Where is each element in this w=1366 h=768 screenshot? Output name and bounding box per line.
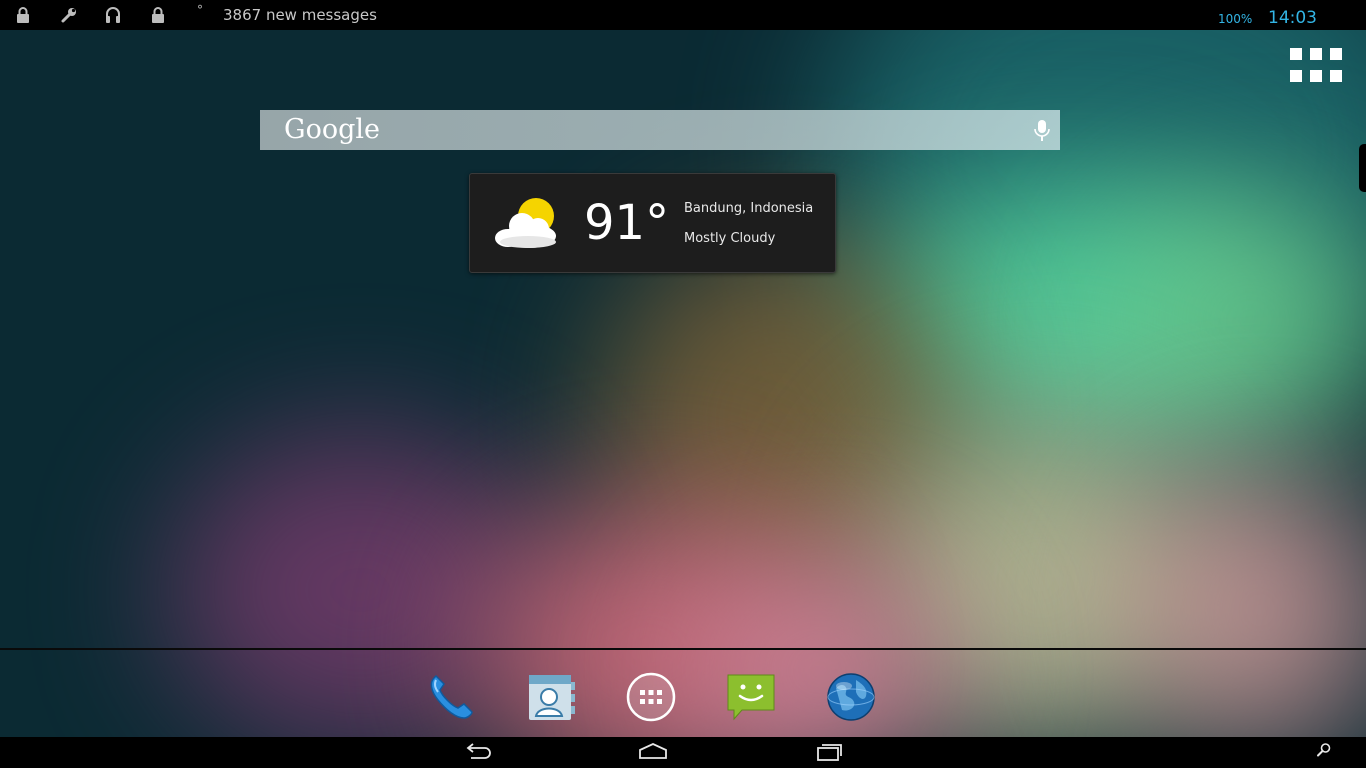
home-icon[interactable] xyxy=(638,740,668,764)
weather-temperature: 91° xyxy=(584,195,670,251)
search-icon[interactable] xyxy=(1316,742,1334,766)
google-search-bar[interactable]: Google xyxy=(260,110,1060,150)
grid-dot xyxy=(1310,70,1322,82)
grid-dot xyxy=(1310,48,1322,60)
status-bar: ° 3867 new messages 100% 14:03 xyxy=(0,0,1366,30)
all-apps-icon[interactable] xyxy=(626,672,676,722)
side-drawer-handle[interactable] xyxy=(1359,144,1366,192)
lock-icon xyxy=(14,6,32,24)
lock-icon xyxy=(149,6,167,24)
grid-dot xyxy=(1290,48,1302,60)
battery-level: 100% xyxy=(1218,12,1253,26)
apps-grid-icon[interactable] xyxy=(1290,48,1346,82)
partly-cloudy-icon xyxy=(494,196,560,250)
phone-icon[interactable] xyxy=(426,672,476,722)
wrench-icon xyxy=(60,6,78,24)
weather-location: Bandung, Indonesia xyxy=(684,201,814,216)
browser-icon[interactable] xyxy=(826,672,876,722)
weather-condition: Mostly Cloudy xyxy=(684,231,776,246)
back-icon[interactable] xyxy=(463,740,493,764)
recent-apps-icon[interactable] xyxy=(814,740,844,764)
weather-widget[interactable]: 91° Bandung, Indonesia Mostly Cloudy xyxy=(469,173,836,273)
messaging-icon[interactable] xyxy=(726,672,776,722)
mic-icon[interactable] xyxy=(1032,119,1052,143)
navigation-bar xyxy=(0,737,1366,768)
degree-symbol: ° xyxy=(197,3,203,17)
dock-divider xyxy=(0,648,1366,650)
google-logo[interactable]: Google xyxy=(284,110,380,150)
headset-icon xyxy=(104,6,122,24)
grid-dot xyxy=(1330,70,1342,82)
grid-dot xyxy=(1330,48,1342,60)
notification-text[interactable]: 3867 new messages xyxy=(223,6,377,24)
contacts-icon[interactable] xyxy=(526,672,576,722)
clock[interactable]: 14:03 xyxy=(1268,8,1317,28)
grid-dot xyxy=(1290,70,1302,82)
